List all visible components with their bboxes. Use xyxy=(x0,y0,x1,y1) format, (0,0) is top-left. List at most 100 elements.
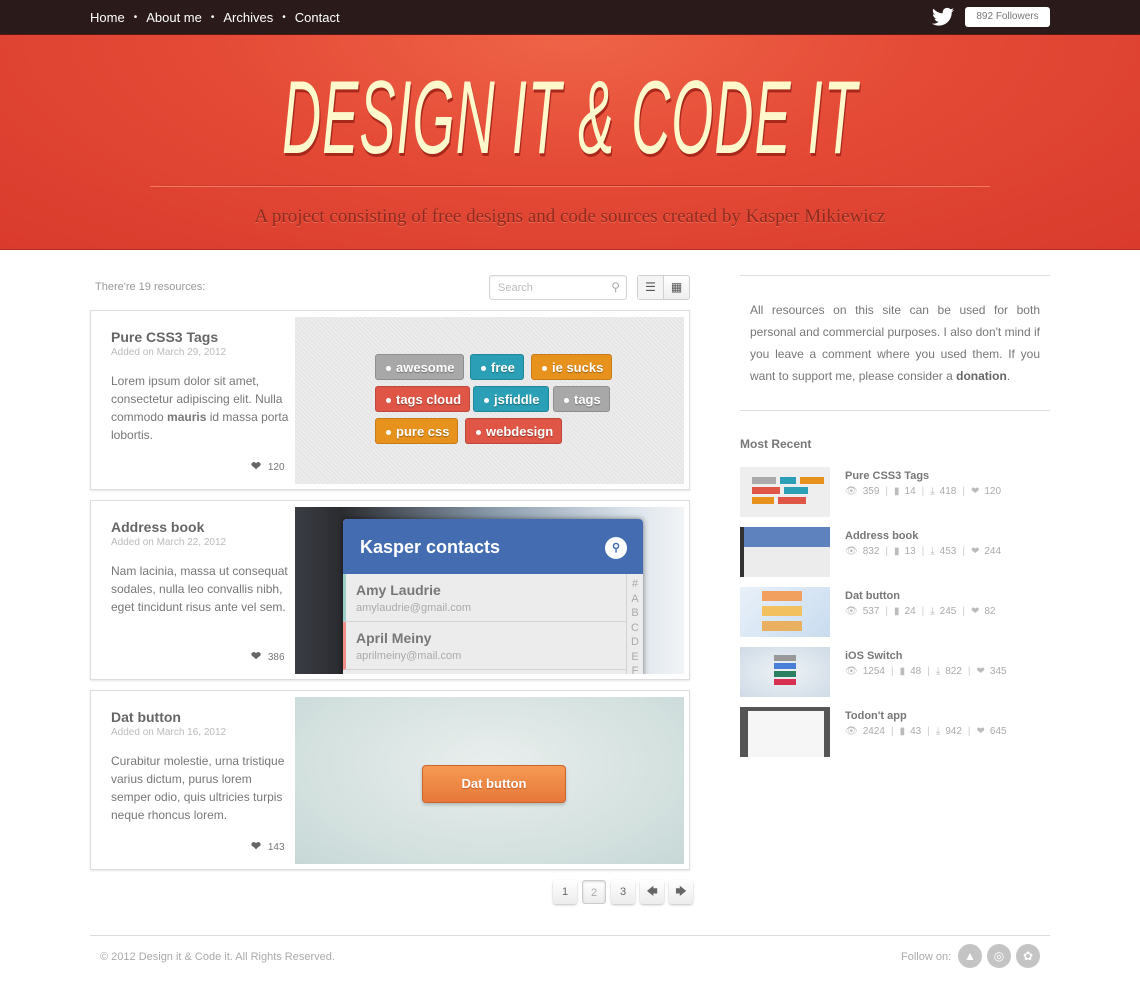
recent-stats: 👁 832 | ▮ 13 | ⤓ 453 | ❤ 244 xyxy=(845,546,1002,557)
page-3[interactable]: 3 xyxy=(611,880,635,904)
eye-icon: 👁 xyxy=(845,486,858,497)
twitter-bird-icon[interactable] xyxy=(931,7,955,27)
prev-arrow-icon[interactable]: 🡄 xyxy=(640,880,664,904)
comments-count: 48 xyxy=(910,666,922,677)
recent-stats: 👁 359 | ▮ 14 | ⤓ 418 | ❤ 120 xyxy=(845,486,1002,497)
download-icon: ⤓ xyxy=(930,606,935,617)
resource-card: Pure CSS3 Tags Added on March 29, 2012 L… xyxy=(90,310,690,490)
contacts-panel: Kasper contacts ⚲ Amy Laudrie amylaudrie@gm… xyxy=(343,519,643,674)
card-title[interactable]: Dat button xyxy=(111,709,181,725)
index-letter: # xyxy=(631,578,639,590)
followers-count[interactable]: 892 Followers xyxy=(965,7,1050,27)
heart-icon: ❤ xyxy=(251,839,262,853)
comments-count: 14 xyxy=(904,486,916,497)
nav-home[interactable]: Home xyxy=(90,10,125,25)
card-title[interactable]: Address book xyxy=(111,519,204,535)
desc-text: Nam lacinia, massa ut consequat sodales,… xyxy=(111,564,288,614)
preview-tag: pure css xyxy=(375,418,459,444)
grid-view-icon[interactable]: ▦ xyxy=(664,276,689,299)
datbutton-preview-image[interactable]: Dat button xyxy=(295,697,684,864)
recent-item[interactable]: Address book 👁 832 | ▮ 13 | ⤓ 453 | ❤ 244 xyxy=(740,527,1050,577)
preview-tag: jsfiddle xyxy=(473,386,549,412)
downloads-count: 418 xyxy=(939,486,957,497)
site-title[interactable]: DESIGN IT & CODE IT xyxy=(274,63,867,173)
index-letter: B xyxy=(631,607,639,619)
like-count[interactable]: ❤ 143 xyxy=(251,839,285,853)
donation-link[interactable]: donation xyxy=(956,369,1007,383)
header-divider xyxy=(150,185,990,187)
contact-email: aprilmeiny@mail.com xyxy=(356,650,462,662)
page-2[interactable]: 2 xyxy=(582,880,606,904)
recent-item[interactable]: Dat button 👁 537 | ▮ 24 | ⤓ 245 | ❤ 82 xyxy=(740,587,1050,637)
downloads-count: 245 xyxy=(939,606,957,617)
comments-count: 43 xyxy=(910,726,922,737)
page-1[interactable]: 1 xyxy=(553,880,577,904)
preview-tag: webdesign xyxy=(465,418,563,444)
pagination: 1 2 3 🡄 🡆 xyxy=(553,880,693,904)
recent-thumbnail[interactable] xyxy=(740,527,830,577)
twitter-icon[interactable]: ✿ xyxy=(1016,944,1040,968)
tag-label: webdesign xyxy=(486,424,554,439)
card-title[interactable]: Pure CSS3 Tags xyxy=(111,329,218,345)
recent-title[interactable]: Pure CSS3 Tags xyxy=(845,470,929,482)
tag-label: free xyxy=(491,360,515,375)
comments-count: 13 xyxy=(904,546,916,557)
recent-item[interactable]: iOS Switch 👁 1254 | ▮ 48 | ⤓ 822 | ❤ 345 xyxy=(740,647,1050,697)
follow-label: Follow on: xyxy=(901,951,952,963)
comment-icon: ▮ xyxy=(894,606,900,617)
likes-value: 143 xyxy=(267,842,285,853)
next-arrow-icon[interactable]: 🡆 xyxy=(669,880,693,904)
index-letter: F xyxy=(631,665,639,674)
download-icon: ⤓ xyxy=(930,546,935,557)
nav-about[interactable]: About me xyxy=(146,10,202,25)
index-letter: D xyxy=(631,636,639,648)
recent-item[interactable]: Pure CSS3 Tags 👁 359 | ▮ 14 | ⤓ 418 | ❤ 120 xyxy=(740,467,1050,517)
recent-thumbnail[interactable] xyxy=(740,467,830,517)
contact-row: April Meiny aprilmeiny@mail.com xyxy=(343,622,626,670)
recent-item[interactable]: Todon't app 👁 2424 | ▮ 43 | ⤓ 942 | ❤ 645 xyxy=(740,707,1050,757)
recent-title[interactable]: iOS Switch xyxy=(845,650,902,662)
tag-label: ie sucks xyxy=(552,360,604,375)
contact-row: Amy Laudrie amylaudrie@gmail.com xyxy=(343,574,626,622)
views-count: 359 xyxy=(862,486,880,497)
recent-thumbnail[interactable] xyxy=(740,587,830,637)
views-count: 537 xyxy=(862,606,880,617)
search-input[interactable]: Search ⚲ xyxy=(489,275,627,300)
dribbble-icon[interactable]: ◎ xyxy=(987,944,1011,968)
nav-separator: • xyxy=(282,12,286,23)
eye-icon: 👁 xyxy=(845,606,858,617)
list-view-icon[interactable]: ☰ xyxy=(638,276,664,299)
card-description: Nam lacinia, massa ut consequat sodales,… xyxy=(111,562,291,616)
about-text: All resources on this site can be used f… xyxy=(750,299,1040,387)
search-icon[interactable]: ⚲ xyxy=(611,280,620,294)
card-date: Added on March 22, 2012 xyxy=(111,537,227,548)
nav-separator: • xyxy=(133,12,138,23)
recent-thumbnail[interactable] xyxy=(740,647,830,697)
card-date: Added on March 29, 2012 xyxy=(111,347,227,358)
views-count: 1254 xyxy=(862,666,885,677)
heart-icon: ❤ xyxy=(251,459,262,473)
resource-card: Dat button Added on March 16, 2012 Curab… xyxy=(90,690,690,870)
like-count[interactable]: ❤ 386 xyxy=(251,649,285,663)
recent-title[interactable]: Dat button xyxy=(845,590,900,602)
addressbook-preview-image[interactable]: Kasper contacts ⚲ Amy Laudrie amylaudrie@gm… xyxy=(295,507,684,674)
recent-stats: 👁 1254 | ▮ 48 | ⤓ 822 | ❤ 345 xyxy=(845,666,1007,677)
search-icon: ⚲ xyxy=(605,537,627,559)
eye-icon: 👁 xyxy=(845,666,858,677)
recent-title[interactable]: Address book xyxy=(845,530,918,542)
like-count[interactable]: ❤ 120 xyxy=(251,459,285,473)
recent-thumbnail[interactable] xyxy=(740,707,830,757)
nav-contact[interactable]: Contact xyxy=(295,10,340,25)
comment-icon: ▮ xyxy=(899,666,906,677)
recent-title[interactable]: Todon't app xyxy=(845,710,907,722)
nav-archives[interactable]: Archives xyxy=(223,10,273,25)
heart-icon: ❤ xyxy=(970,606,980,617)
tag-label: pure css xyxy=(396,424,450,439)
resource-card: Address book Added on March 22, 2012 Nam… xyxy=(90,500,690,680)
site-header: DESIGN IT & CODE IT A project consisting… xyxy=(0,35,1140,250)
likes-count: 244 xyxy=(984,546,1002,557)
comments-count: 24 xyxy=(904,606,916,617)
tags-preview-image[interactable]: awesome free ie sucks tags cloud jsfiddle tag… xyxy=(295,317,684,484)
most-recent-heading: Most Recent xyxy=(740,437,812,451)
forrst-icon[interactable]: ▲ xyxy=(958,944,982,968)
